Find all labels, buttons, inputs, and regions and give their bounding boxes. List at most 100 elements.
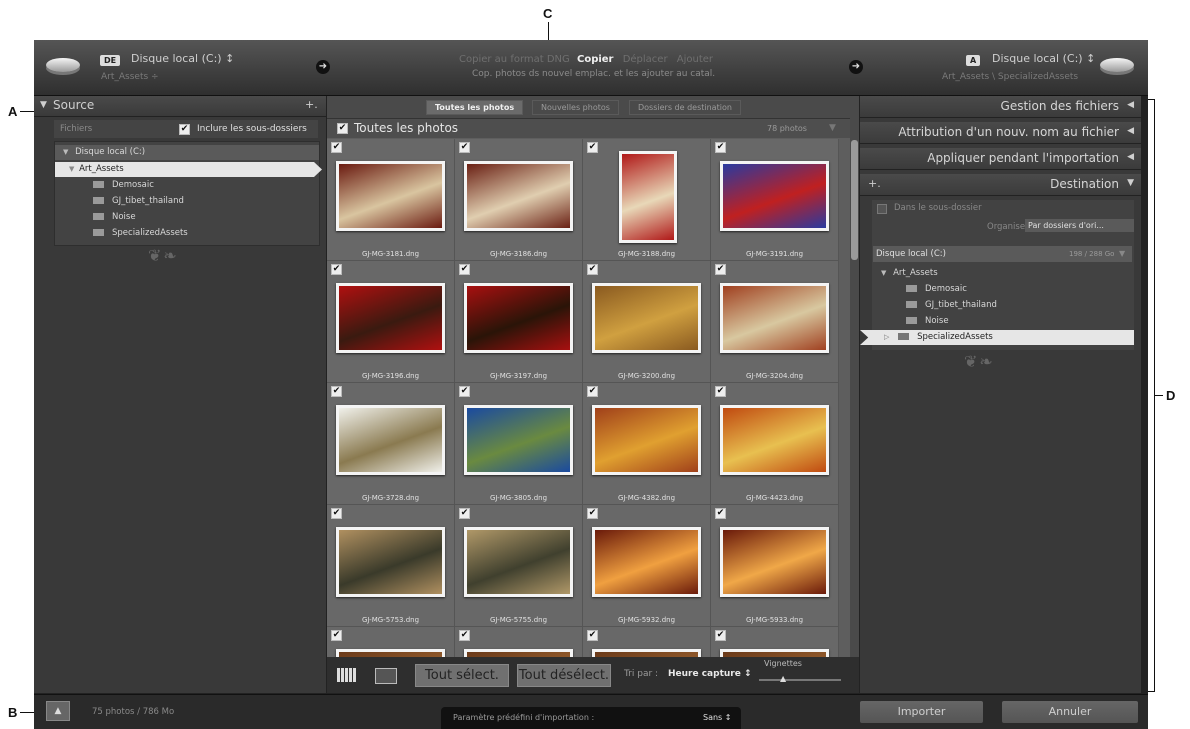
add-source-button[interactable]: +.: [305, 98, 318, 111]
photo-thumbnail[interactable]: [720, 161, 829, 231]
photo-cell[interactable]: ✔ GJ-MG-3204.dng: [711, 261, 839, 383]
photo-checkbox[interactable]: ✔: [715, 508, 726, 519]
photo-thumbnail[interactable]: [464, 649, 573, 657]
select-all-checkbox[interactable]: ✔: [337, 123, 348, 134]
hard-drive-icon[interactable]: [1100, 58, 1134, 72]
photo-thumbnail[interactable]: [336, 527, 445, 597]
select-all-button[interactable]: Tout sélect.: [415, 664, 509, 687]
tab-all-photos[interactable]: Toutes les photos: [426, 100, 524, 115]
hard-drive-icon[interactable]: [46, 58, 80, 72]
mode-move[interactable]: Déplacer: [623, 54, 668, 65]
photo-cell[interactable]: ✔ GJ-MG-5933.dng: [711, 505, 839, 627]
photo-checkbox[interactable]: ✔: [587, 142, 598, 153]
photo-thumbnail[interactable]: [464, 161, 573, 231]
grid-scrollbar[interactable]: [850, 118, 859, 657]
photo-checkbox[interactable]: ✔: [587, 386, 598, 397]
loupe-view-icon[interactable]: [375, 668, 397, 684]
scrollbar-thumb[interactable]: [851, 140, 858, 260]
deselect-all-button[interactable]: Tout désélect.: [517, 664, 611, 687]
mode-add[interactable]: Ajouter: [677, 54, 713, 65]
photo-checkbox[interactable]: ✔: [715, 630, 726, 641]
destination-disk-selector[interactable]: Disque local (C:) ↕: [992, 52, 1095, 65]
photo-cell[interactable]: ✔ GJ-MG-3188.dng: [583, 139, 711, 261]
organize-dropdown[interactable]: Par dossiers d'ori...: [1025, 219, 1134, 232]
photo-thumbnail[interactable]: [720, 405, 829, 475]
import-button[interactable]: Importer: [860, 701, 983, 723]
destination-section-header[interactable]: +. Destination ▼: [860, 174, 1141, 196]
drive-menu-triangle-icon[interactable]: ▼: [1119, 249, 1125, 258]
grid-view-icon[interactable]: [337, 668, 357, 682]
include-subfolders-checkbox[interactable]: ✔: [179, 124, 190, 135]
photo-cell[interactable]: ✔: [455, 627, 583, 657]
tab-destination-folders[interactable]: Dossiers de destination: [629, 100, 741, 115]
photo-cell[interactable]: ✔ GJ-MG-3191.dng: [711, 139, 839, 261]
add-destination-button[interactable]: +.: [868, 177, 881, 190]
photo-checkbox[interactable]: ✔: [331, 142, 342, 153]
mode-copy[interactable]: Copier: [577, 54, 614, 65]
photo-checkbox[interactable]: ✔: [459, 508, 470, 519]
photo-checkbox[interactable]: ✔: [331, 264, 342, 275]
photo-thumbnail[interactable]: [592, 649, 701, 657]
photo-checkbox[interactable]: ✔: [715, 142, 726, 153]
folder-row[interactable]: Noise: [906, 314, 949, 329]
rename-section-header[interactable]: Attribution d'un nouv. nom au fichier ◀: [860, 122, 1141, 144]
mode-copy-dng[interactable]: Copier au format DNG: [459, 54, 570, 65]
photo-thumbnail[interactable]: [336, 161, 445, 231]
folder-row-specialized-assets-selected[interactable]: ▷ SpecializedAssets: [860, 330, 1134, 345]
photo-cell[interactable]: ✔ GJ-MG-5932.dng: [583, 505, 711, 627]
tab-new-photos[interactable]: Nouvelles photos: [532, 100, 619, 115]
photo-checkbox[interactable]: ✔: [715, 386, 726, 397]
folder-row[interactable]: Demosaic: [93, 178, 154, 193]
folder-row[interactable]: GJ_tibet_thailand: [906, 298, 997, 313]
photo-cell[interactable]: ✔ GJ-MG-5753.dng: [327, 505, 455, 627]
photo-cell[interactable]: ✔ GJ-MG-3805.dng: [455, 383, 583, 505]
apply-section-header[interactable]: Appliquer pendant l'importation ◀: [860, 148, 1141, 170]
slider-handle[interactable]: ▲: [780, 674, 786, 683]
source-panel-header[interactable]: ▼ Source +.: [34, 96, 326, 117]
folder-row[interactable]: Demosaic: [906, 282, 967, 297]
photo-thumbnail[interactable]: [464, 283, 573, 353]
subfolder-checkbox[interactable]: [877, 204, 887, 214]
photo-cell[interactable]: ✔: [583, 627, 711, 657]
photo-cell[interactable]: ✔: [327, 627, 455, 657]
drive-row[interactable]: ▼ Disque local (C:): [55, 145, 319, 160]
grid-menu-triangle-icon[interactable]: ▼: [829, 123, 836, 133]
cancel-button[interactable]: Annuler: [1002, 701, 1138, 723]
destination-drive-row[interactable]: Disque local (C:) 198 / 288 Go ▼: [873, 246, 1132, 262]
folder-row[interactable]: GJ_tibet_thailand: [93, 194, 184, 209]
photo-thumbnail[interactable]: [336, 649, 445, 657]
photo-checkbox[interactable]: ✔: [587, 508, 598, 519]
photo-cell[interactable]: ✔ GJ-MG-3186.dng: [455, 139, 583, 261]
thumbnail-size-slider[interactable]: [759, 679, 841, 681]
photo-cell[interactable]: ✔ GJ-MG-4382.dng: [583, 383, 711, 505]
collapse-up-button[interactable]: ▲: [46, 701, 70, 721]
photo-checkbox[interactable]: ✔: [331, 508, 342, 519]
photo-thumbnail[interactable]: [592, 527, 701, 597]
photo-cell[interactable]: ✔ GJ-MG-5755.dng: [455, 505, 583, 627]
folder-row-art-assets[interactable]: ▼ Art_Assets: [55, 162, 322, 177]
collapse-triangle-icon[interactable]: ▼: [40, 100, 47, 110]
photo-checkbox[interactable]: ✔: [587, 264, 598, 275]
folder-row[interactable]: Noise: [93, 210, 136, 225]
photo-thumbnail[interactable]: [720, 527, 829, 597]
photo-cell[interactable]: ✔ GJ-MG-3728.dng: [327, 383, 455, 505]
photo-cell[interactable]: ✔: [711, 627, 839, 657]
preset-dropdown[interactable]: Sans ↕: [703, 713, 731, 722]
photo-checkbox[interactable]: ✔: [459, 142, 470, 153]
photo-cell[interactable]: ✔ GJ-MG-3181.dng: [327, 139, 455, 261]
photo-checkbox[interactable]: ✔: [331, 630, 342, 641]
photo-checkbox[interactable]: ✔: [587, 630, 598, 641]
photo-thumbnail[interactable]: [592, 283, 701, 353]
folder-row-art-assets[interactable]: ▼ Art_Assets: [881, 266, 938, 281]
photo-thumbnail[interactable]: [336, 283, 445, 353]
source-disk-selector[interactable]: Disque local (C:) ↕: [131, 52, 234, 65]
photo-checkbox[interactable]: ✔: [715, 264, 726, 275]
photo-cell[interactable]: ✔ GJ-MG-4423.dng: [711, 383, 839, 505]
photo-cell[interactable]: ✔ GJ-MG-3196.dng: [327, 261, 455, 383]
photo-thumbnail[interactable]: [720, 283, 829, 353]
photo-thumbnail[interactable]: [592, 405, 701, 475]
sort-dropdown[interactable]: Heure capture ↕: [668, 669, 752, 679]
photo-thumbnail[interactable]: [464, 405, 573, 475]
photo-thumbnail[interactable]: [336, 405, 445, 475]
photo-checkbox[interactable]: ✔: [459, 264, 470, 275]
